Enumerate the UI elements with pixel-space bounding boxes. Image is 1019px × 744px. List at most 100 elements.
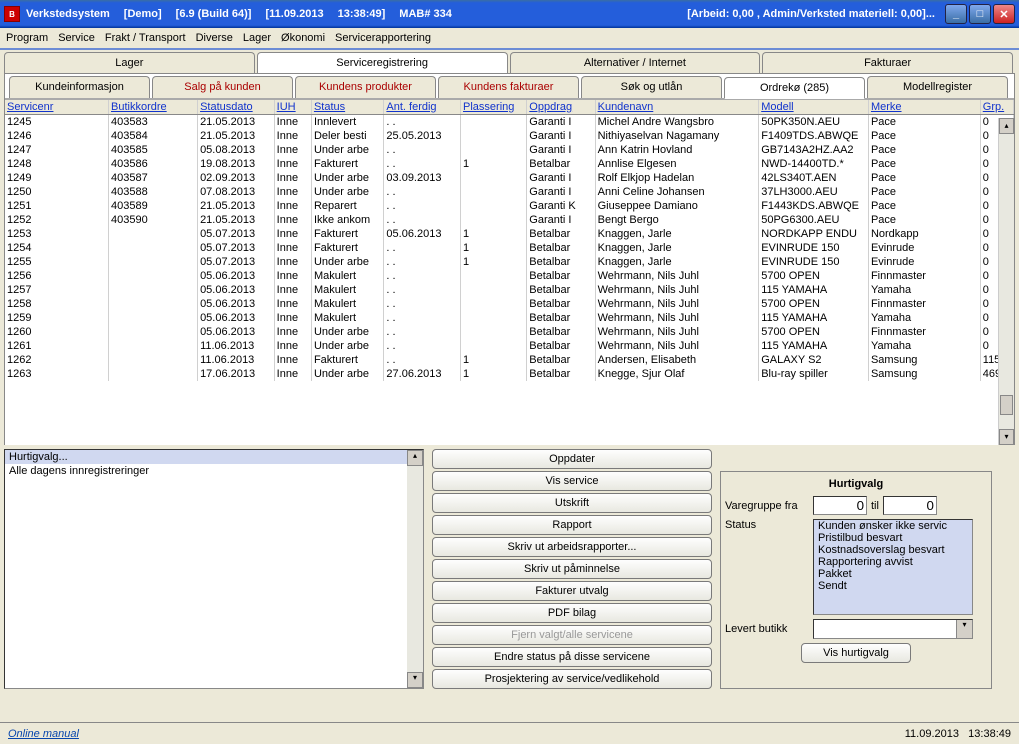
chevron-down-icon[interactable]: ▾: [956, 620, 972, 638]
col-oppdrag[interactable]: Oppdrag: [527, 100, 595, 115]
status-listbox[interactable]: Kunden ønsker ikke servicPristilbud besv…: [813, 519, 973, 615]
table-row[interactable]: 125805.06.2013InneMakulert. .BetalbarWeh…: [5, 297, 1014, 311]
levert-combo[interactable]: ▾: [813, 619, 973, 639]
rapport-button[interactable]: Rapport: [432, 515, 712, 535]
skriv-ut-p-minnelse-button[interactable]: Skriv ut påminnelse: [432, 559, 712, 579]
table-row[interactable]: 124740358505.08.2013InneUnder arbe. .Gar…: [5, 143, 1014, 157]
status-bar: Online manual 11.09.2013 13:38:49: [0, 722, 1019, 744]
maximize-button[interactable]: □: [969, 4, 991, 24]
service-grid[interactable]: ServicenrButikkordreStatusdatoIUHStatusA…: [5, 99, 1014, 445]
app-icon: B: [4, 6, 20, 22]
tab-lager[interactable]: Lager: [4, 52, 255, 73]
menu-frakt[interactable]: Frakt / Transport: [105, 32, 186, 44]
tab-serviceregistrering[interactable]: Serviceregistrering: [257, 52, 508, 73]
varegruppe-to-input[interactable]: [883, 496, 937, 515]
col-grp-[interactable]: Grp.: [980, 100, 1013, 115]
titlebar: B Verkstedsystem [Demo] [6.9 (Build 64)]…: [0, 0, 1019, 28]
endre-status-p-disse-servicene-button[interactable]: Endre status på disse servicene: [432, 647, 712, 667]
close-button[interactable]: ✕: [993, 4, 1015, 24]
title-app: Verkstedsystem: [26, 8, 110, 20]
prosjektering-av-service-vedlikehold-button[interactable]: Prosjektering av service/vedlikehold: [432, 669, 712, 689]
status-item[interactable]: Pakket: [814, 568, 972, 580]
tab-alternativer-internet[interactable]: Alternativer / Internet: [510, 52, 761, 73]
table-row[interactable]: 124640358421.05.2013InneDeler besti25.05…: [5, 129, 1014, 143]
menubar: Program Service Frakt / Transport Divers…: [0, 28, 1019, 50]
subtab-modellregister[interactable]: Modellregister: [867, 76, 1008, 98]
col-plassering[interactable]: Plassering: [461, 100, 527, 115]
fjern-valgt-alle-servicene-button: Fjern valgt/alle servicene: [432, 625, 712, 645]
table-row[interactable]: 125705.06.2013InneMakulert. .BetalbarWeh…: [5, 283, 1014, 297]
status-label: Status: [725, 519, 809, 531]
status-item[interactable]: Pristilbud besvart: [814, 532, 972, 544]
table-row[interactable]: 126211.06.2013InneFakturert. .1BetalbarA…: [5, 353, 1014, 367]
title-time: 13:38:49]: [338, 8, 386, 20]
tab-fakturaer[interactable]: Fakturaer: [762, 52, 1013, 73]
fakturer-utvalg-button[interactable]: Fakturer utvalg: [432, 581, 712, 601]
scroll-up-icon[interactable]: ▴: [999, 118, 1014, 134]
menu-okonomi[interactable]: Økonomi: [281, 32, 325, 44]
table-row[interactable]: 125305.07.2013InneFakturert05.06.20131Be…: [5, 227, 1014, 241]
col-modell[interactable]: Modell: [759, 100, 869, 115]
subtab-ordrek-285-[interactable]: Ordrekø (285): [724, 77, 865, 99]
table-row[interactable]: 125040358807.08.2013InneUnder arbe. .Gar…: [5, 185, 1014, 199]
utskrift-button[interactable]: Utskrift: [432, 493, 712, 513]
col-iuh[interactable]: IUH: [274, 100, 311, 115]
varegruppe-label: Varegruppe fra: [725, 500, 809, 512]
table-row[interactable]: 125605.06.2013InneMakulert. .BetalbarWeh…: [5, 269, 1014, 283]
scroll-thumb[interactable]: [1000, 395, 1013, 415]
menu-servicerapportering[interactable]: Servicerapportering: [335, 32, 431, 44]
tabs-primary: LagerServiceregistreringAlternativer / I…: [0, 52, 1019, 73]
table-row[interactable]: 126111.06.2013InneUnder arbe. .BetalbarW…: [5, 339, 1014, 353]
status-item[interactable]: Kostnadsoverslag besvart: [814, 544, 972, 556]
online-manual-link[interactable]: Online manual: [8, 728, 79, 740]
levert-label: Levert butikk: [725, 623, 809, 635]
col-butikkordre[interactable]: Butikkordre: [109, 100, 198, 115]
subtab-kundens-fakturaer[interactable]: Kundens fakturaer: [438, 76, 579, 98]
title-right: [Arbeid: 0,00 , Admin/Verksted materiell…: [687, 8, 935, 20]
menu-service[interactable]: Service: [58, 32, 95, 44]
status-item[interactable]: Rapportering avvist: [814, 556, 972, 568]
oppdater-button[interactable]: Oppdater: [432, 449, 712, 469]
table-row[interactable]: 125140358921.05.2013InneReparert. .Garan…: [5, 199, 1014, 213]
pdf-bilag-button[interactable]: PDF bilag: [432, 603, 712, 623]
status-item[interactable]: Kunden ønsker ikke servic: [814, 520, 972, 532]
list-scroll-down-icon[interactable]: ▾: [407, 672, 423, 688]
subtab-s-k-og-utl-n[interactable]: Søk og utlån: [581, 76, 722, 98]
hurtigvalg-heading[interactable]: Hurtigvalg...: [5, 450, 423, 464]
subtab-salg-p-kunden[interactable]: Salg på kunden: [152, 76, 293, 98]
col-status[interactable]: Status: [311, 100, 383, 115]
menu-program[interactable]: Program: [6, 32, 48, 44]
hurtigvalg-listbox[interactable]: Hurtigvalg... Alle dagens innregistrerin…: [4, 449, 424, 689]
list-scroll-up-icon[interactable]: ▴: [407, 450, 423, 466]
hurtigvalg-item[interactable]: Alle dagens innregistreringer: [5, 464, 423, 478]
skriv-ut-arbeidsrapporter--button[interactable]: Skriv ut arbeidsrapporter...: [432, 537, 712, 557]
menu-diverse[interactable]: Diverse: [196, 32, 233, 44]
col-ant-ferdig[interactable]: Ant. ferdig: [384, 100, 461, 115]
vis-service-button[interactable]: Vis service: [432, 471, 712, 491]
minimize-button[interactable]: _: [945, 4, 967, 24]
menu-lager[interactable]: Lager: [243, 32, 271, 44]
col-servicenr[interactable]: Servicenr: [5, 100, 109, 115]
varegruppe-from-input[interactable]: [813, 496, 867, 515]
til-label: til: [871, 500, 879, 512]
vis-hurtigvalg-button[interactable]: Vis hurtigvalg: [801, 643, 911, 663]
table-row[interactable]: 124940358702.09.2013InneUnder arbe03.09.…: [5, 171, 1014, 185]
subtab-kundens-produkter[interactable]: Kundens produkter: [295, 76, 436, 98]
action-buttons: OppdaterVis serviceUtskriftRapportSkriv …: [432, 449, 712, 689]
table-row[interactable]: 125505.07.2013InneUnder arbe. .1Betalbar…: [5, 255, 1014, 269]
table-row[interactable]: 125240359021.05.2013InneIkke ankom. .Gar…: [5, 213, 1014, 227]
col-merke[interactable]: Merke: [868, 100, 980, 115]
grid-scrollbar[interactable]: ▴ ▾: [998, 118, 1014, 445]
table-row[interactable]: 126317.06.2013InneUnder arbe27.06.20131B…: [5, 367, 1014, 381]
table-row[interactable]: 124840358619.08.2013InneFakturert. .1Bet…: [5, 157, 1014, 171]
subtab-kundeinformasjon[interactable]: Kundeinformasjon: [9, 76, 150, 98]
table-row[interactable]: 124540358321.05.2013InneInnlevert. .Gara…: [5, 115, 1014, 130]
footer-time: 13:38:49: [968, 728, 1011, 740]
table-row[interactable]: 125905.06.2013InneMakulert. .BetalbarWeh…: [5, 311, 1014, 325]
col-statusdato[interactable]: Statusdato: [198, 100, 275, 115]
scroll-down-icon[interactable]: ▾: [999, 429, 1014, 445]
table-row[interactable]: 125405.07.2013InneFakturert. .1BetalbarK…: [5, 241, 1014, 255]
col-kundenavn[interactable]: Kundenavn: [595, 100, 759, 115]
table-row[interactable]: 126005.06.2013InneUnder arbe. .BetalbarW…: [5, 325, 1014, 339]
status-item[interactable]: Sendt: [814, 580, 972, 592]
